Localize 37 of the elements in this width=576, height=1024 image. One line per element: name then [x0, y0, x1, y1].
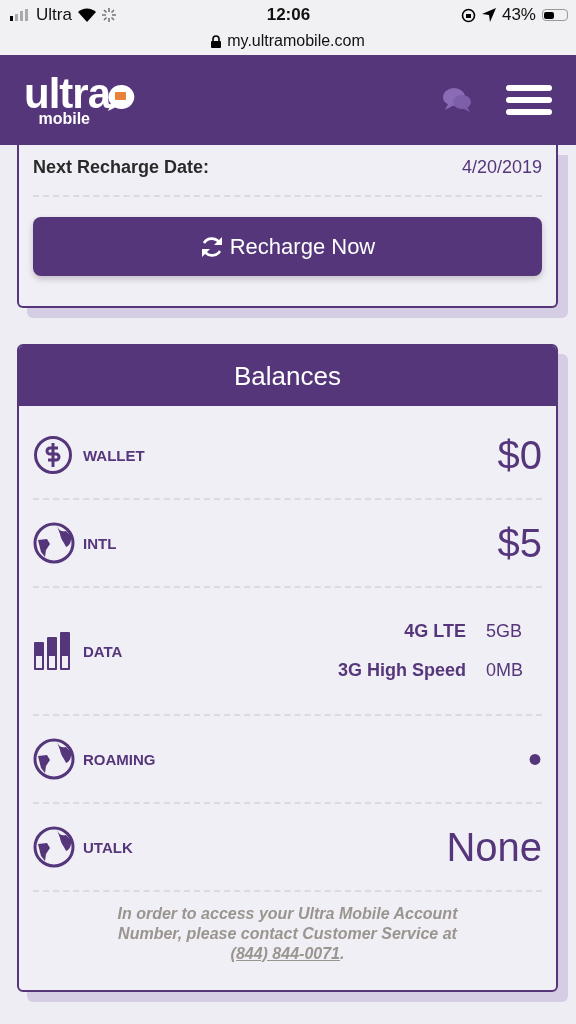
account-number-note: In order to access your Ultra Mobile Account Number, please contact Customer Service at (844) 844-0071.: [116, 904, 459, 964]
globe-icon: [33, 738, 75, 780]
brand-logo[interactable]: ultra mobile: [24, 73, 136, 127]
rotation-lock-icon: [460, 7, 476, 23]
balance-value: $5: [497, 520, 542, 566]
lock-icon: [211, 34, 222, 48]
balance-label: ROAMING: [83, 750, 157, 768]
refresh-icon: [199, 234, 224, 259]
next-recharge-date: 4/20/2019: [461, 156, 542, 178]
data-bars-icon: [33, 632, 71, 670]
plan-amount: 5GB: [486, 621, 524, 642]
clock-time: 12:06: [266, 5, 311, 25]
dollar-coin-icon: [33, 435, 73, 475]
balance-value: •: [528, 736, 542, 782]
loading-spinner-icon: [101, 8, 116, 22]
plan-amount: 0MB: [486, 660, 524, 681]
next-recharge-label: Next Recharge Date:: [33, 156, 210, 178]
carrier-name: Ultra: [36, 5, 72, 25]
balance-label: DATA: [83, 642, 124, 660]
globe-icon: [33, 826, 75, 868]
globe-icon: [33, 522, 75, 564]
battery-icon: [542, 9, 568, 21]
battery-percent: 43%: [501, 5, 536, 25]
balance-value: $0: [497, 432, 542, 478]
recharge-now-button[interactable]: Recharge Now: [33, 217, 542, 276]
signal-icon: [10, 9, 30, 21]
balance-label: INTL: [83, 534, 118, 552]
balance-value: None: [446, 824, 542, 870]
balance-label: WALLET: [83, 446, 146, 464]
page-url[interactable]: my.ultramobile.com: [227, 32, 365, 50]
balance-label: UTALK: [83, 838, 134, 856]
menu-icon[interactable]: [506, 85, 552, 115]
wifi-icon: [77, 8, 96, 22]
location-arrow-icon: [481, 8, 496, 22]
balances-title: Balances: [19, 346, 556, 406]
plan-name: 3G High Speed: [337, 660, 466, 681]
plan-name: 4G LTE: [404, 621, 466, 642]
